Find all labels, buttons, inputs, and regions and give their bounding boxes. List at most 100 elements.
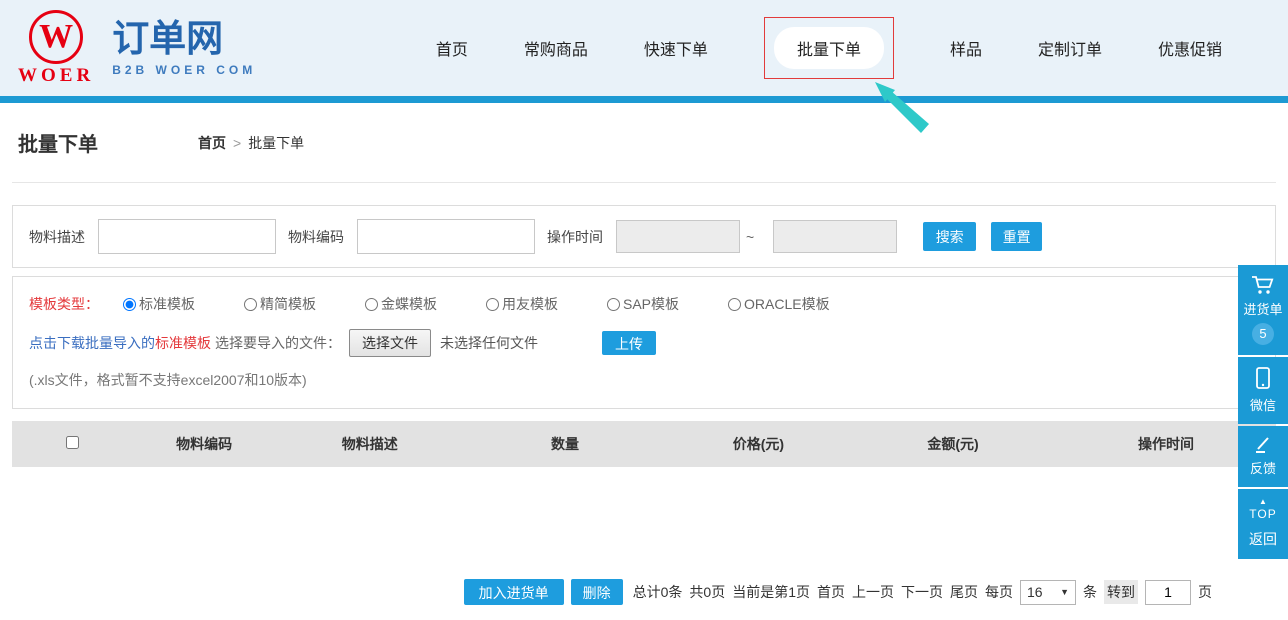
select-all-cell [12, 436, 132, 452]
select-all-checkbox[interactable] [66, 436, 79, 449]
unit-text: 条 [1083, 582, 1097, 602]
feedback-float-button[interactable]: 反馈 [1238, 426, 1288, 487]
annotation-cursor-arrow-icon [869, 80, 939, 137]
logo-brand: WOER [18, 65, 94, 87]
standard-template-link[interactable]: 标准模板 [155, 333, 211, 353]
breadcrumb: 首页 > 批量下单 [198, 133, 304, 153]
wechat-float-button[interactable]: 微信 [1238, 357, 1288, 424]
reset-button[interactable]: 重置 [991, 222, 1042, 251]
template-type-label: 模板类型： [29, 294, 99, 314]
goto-page-input[interactable] [1145, 580, 1191, 605]
nav-item-quick-order[interactable]: 快速下单 [644, 36, 708, 60]
phone-icon [1238, 366, 1288, 392]
upload-button[interactable]: 上传 [602, 331, 656, 355]
search-panel: 物料描述 物料编码 操作时间 ~ 搜索 重置 [12, 205, 1276, 268]
breadcrumb-current: 批量下单 [248, 133, 304, 153]
choose-file-button[interactable]: 选择文件 [349, 329, 431, 357]
radio-sap-template[interactable]: SAP模板 [607, 294, 679, 314]
template-type-row: 模板类型： 标准模板 精简模板 金蝶模板 用友模板 SAP模板 ORACLE模板 [29, 294, 1259, 314]
prev-page-link[interactable]: 上一页 [852, 582, 894, 602]
add-to-cart-button[interactable]: 加入进货单 [464, 579, 564, 605]
next-page-link[interactable]: 下一页 [901, 582, 943, 602]
first-page-link[interactable]: 首页 [817, 582, 845, 602]
page-word: 页 [1198, 582, 1212, 602]
col-material-desc: 物料描述 [276, 434, 463, 454]
nav-item-home[interactable]: 首页 [436, 36, 468, 60]
page-title: 批量下单 [18, 128, 98, 157]
site-name-block: 订单网 B2B WOER COM [112, 19, 256, 77]
operate-time-label: 操作时间 [547, 227, 603, 247]
radio-kingdee-template[interactable]: 金蝶模板 [365, 294, 437, 314]
site-subtitle: B2B WOER COM [112, 63, 256, 77]
logo-badge: W WOER [18, 10, 94, 87]
feedback-label: 反馈 [1238, 458, 1288, 477]
col-quantity: 数量 [463, 434, 667, 454]
no-file-text: 未选择任何文件 [440, 333, 538, 353]
radio-oracle-template[interactable]: ORACLE模板 [728, 294, 830, 314]
logo-symbol: W [39, 18, 73, 56]
empty-table-body [0, 467, 1288, 579]
cart-float-button[interactable]: 进货单 5 [1238, 265, 1288, 355]
date-from-input[interactable] [616, 220, 740, 253]
cart-label: 进货单 [1238, 299, 1288, 318]
col-price: 价格(元) [667, 434, 850, 454]
col-amount: 金额(元) [850, 434, 1056, 454]
total-count-text: 总计0条 [633, 582, 683, 602]
nav-item-frequent-goods[interactable]: 常购商品 [524, 36, 588, 60]
template-panel: 模板类型： 标准模板 精简模板 金蝶模板 用友模板 SAP模板 ORACLE模板… [12, 276, 1276, 409]
pencil-icon [1238, 435, 1288, 455]
radio-standard-template[interactable]: 标准模板 [123, 294, 195, 314]
material-desc-label: 物料描述 [29, 227, 85, 247]
nav-item-samples[interactable]: 样品 [950, 36, 982, 60]
date-range-tilde: ~ [746, 229, 754, 245]
main-nav: 首页 常购商品 快速下单 批量下单 样品 定制订单 优惠促销 [436, 17, 1288, 79]
material-code-input[interactable] [357, 219, 535, 254]
radio-simple-input[interactable] [244, 298, 257, 311]
radio-simple-template[interactable]: 精简模板 [244, 294, 316, 314]
radio-kingdee-input[interactable] [365, 298, 378, 311]
date-to-input[interactable] [773, 220, 897, 253]
radio-oracle-input[interactable] [728, 298, 741, 311]
order-table-header: 物料编码 物料描述 数量 价格(元) 金额(元) 操作时间 [12, 421, 1276, 467]
per-page-select[interactable]: 16 ▼ [1020, 580, 1076, 605]
per-page-label: 每页 [985, 582, 1013, 602]
nav-item-promotions[interactable]: 优惠促销 [1158, 36, 1222, 60]
col-material-code: 物料编码 [132, 434, 276, 454]
breadcrumb-separator: > [233, 135, 241, 151]
triangle-up-icon: ▲ [1238, 498, 1288, 506]
cart-count-badge: 5 [1252, 323, 1274, 345]
radio-yonyou-template[interactable]: 用友模板 [486, 294, 558, 314]
choose-file-prompt: 选择要导入的文件： [215, 333, 341, 353]
nav-item-custom-order[interactable]: 定制订单 [1038, 36, 1102, 60]
site-title: 订单网 [112, 19, 256, 60]
last-page-link[interactable]: 尾页 [950, 582, 978, 602]
annotation-red-box: 批量下单 [764, 17, 894, 79]
chevron-down-icon: ▼ [1060, 587, 1069, 597]
radio-standard-input[interactable] [123, 298, 136, 311]
radio-sap-input[interactable] [607, 298, 620, 311]
header: W WOER 订单网 B2B WOER COM 首页 常购商品 快速下单 批量下… [0, 0, 1288, 96]
floating-sidebar: 进货单 5 微信 反馈 ▲ TOP 返回 [1238, 265, 1288, 559]
xls-format-note: (.xls文件，格式暂不支持excel2007和10版本) [29, 370, 1259, 390]
material-code-label: 物料编码 [288, 227, 344, 247]
search-button[interactable]: 搜索 [923, 222, 976, 251]
current-page-text: 当前是第1页 [732, 582, 810, 602]
logo[interactable]: W WOER 订单网 B2B WOER COM [18, 10, 256, 87]
wechat-label: 微信 [1238, 395, 1288, 414]
header-divider-bar [0, 96, 1288, 103]
pagination-bar: 加入进货单 删除 总计0条 共0页 当前是第1页 首页 上一页 下一页 尾页 每… [0, 579, 1288, 605]
back-to-top-button[interactable]: ▲ TOP 返回 [1238, 489, 1288, 559]
goto-button[interactable]: 转到 [1104, 580, 1138, 604]
cart-icon [1238, 274, 1288, 296]
woer-logo-icon: W [29, 10, 83, 64]
material-desc-input[interactable] [98, 219, 276, 254]
breadcrumb-home[interactable]: 首页 [198, 133, 226, 153]
import-file-row: 点击下载批量导入的 标准模板 选择要导入的文件： 选择文件 未选择任何文件 上传 [29, 329, 1259, 357]
radio-yonyou-input[interactable] [486, 298, 499, 311]
total-pages-text: 共0页 [689, 582, 725, 602]
delete-button[interactable]: 删除 [571, 579, 623, 605]
title-row: 批量下单 首页 > 批量下单 [12, 103, 1276, 183]
nav-item-bulk-order-active[interactable]: 批量下单 [774, 27, 884, 69]
top-label: TOP [1238, 507, 1288, 521]
download-template-link[interactable]: 点击下载批量导入的 [29, 333, 155, 353]
